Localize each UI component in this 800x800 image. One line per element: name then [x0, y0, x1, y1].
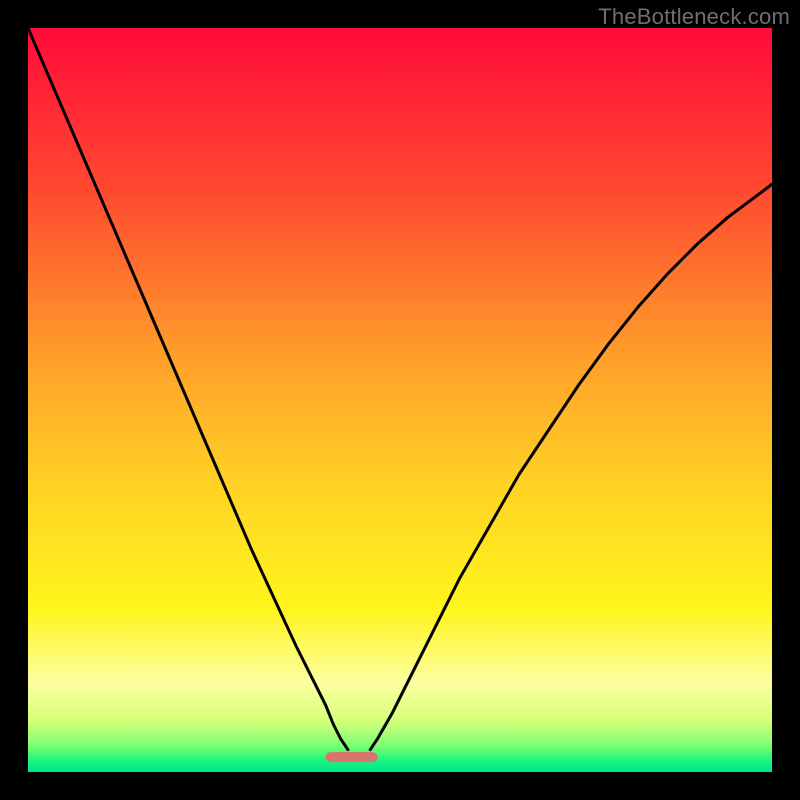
- bottleneck-marker: [326, 752, 378, 762]
- watermark-text: TheBottleneck.com: [598, 4, 790, 30]
- chart-frame: TheBottleneck.com: [0, 0, 800, 800]
- series-left-curve: [28, 28, 348, 750]
- series-right-curve: [370, 184, 772, 749]
- curves-layer: [28, 28, 772, 772]
- plot-area: [28, 28, 772, 772]
